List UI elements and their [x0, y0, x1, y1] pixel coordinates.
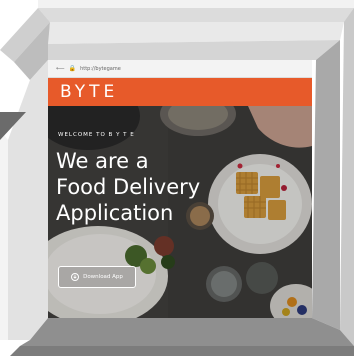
back-icon[interactable]: ⟵ — [56, 66, 65, 72]
headline-line-1: We are a — [56, 149, 149, 173]
download-app-label: Download App — [83, 274, 123, 280]
hero-section: WELCOME TO B Y T E We are a Food Deliver… — [48, 106, 312, 318]
headline-line-2: Food Delivery — [56, 175, 201, 199]
hero-welcome-text: WELCOME TO B Y T E — [58, 132, 135, 138]
lock-icon: 🔒 — [68, 65, 77, 72]
site-navbar: BYTE — [48, 78, 312, 106]
hero-headline: We are a Food Delivery Application — [56, 148, 256, 226]
brand-logo[interactable]: BYTE — [60, 82, 118, 102]
browser-address-bar[interactable]: ⟵ 🔒 http://bytegame — [48, 60, 312, 78]
download-app-button[interactable]: Download App — [58, 266, 136, 288]
headline-line-3: Application — [56, 201, 174, 225]
download-icon — [71, 273, 80, 281]
browser-screen: ⟵ 🔒 http://bytegame BYTE WELCOME TO B Y … — [48, 60, 312, 318]
url-text[interactable]: http://bytegame — [80, 66, 121, 72]
